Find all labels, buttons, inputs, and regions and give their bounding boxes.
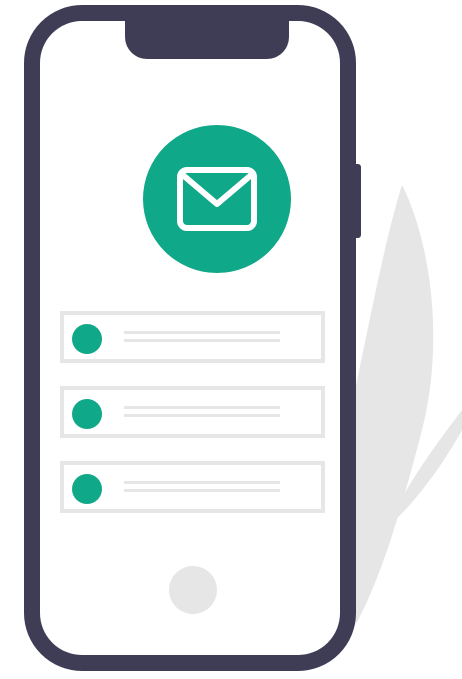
text-placeholder-line <box>124 339 280 342</box>
dot-icon <box>72 474 102 504</box>
phone-illustration <box>0 0 462 679</box>
phone-notch <box>125 15 289 59</box>
list-item[interactable] <box>60 386 325 438</box>
mail-badge[interactable] <box>143 125 291 273</box>
list-item[interactable] <box>60 311 325 363</box>
list-item[interactable] <box>60 461 325 513</box>
dot-icon <box>72 399 102 429</box>
home-button[interactable] <box>169 566 217 614</box>
dot-icon <box>72 324 102 354</box>
text-placeholder-line <box>124 406 280 409</box>
text-placeholder-line <box>124 414 280 417</box>
phone-frame <box>24 5 356 671</box>
text-placeholder-line <box>124 331 280 334</box>
text-placeholder-line <box>124 489 280 492</box>
envelope-icon <box>177 167 257 231</box>
text-placeholder-line <box>124 481 280 484</box>
